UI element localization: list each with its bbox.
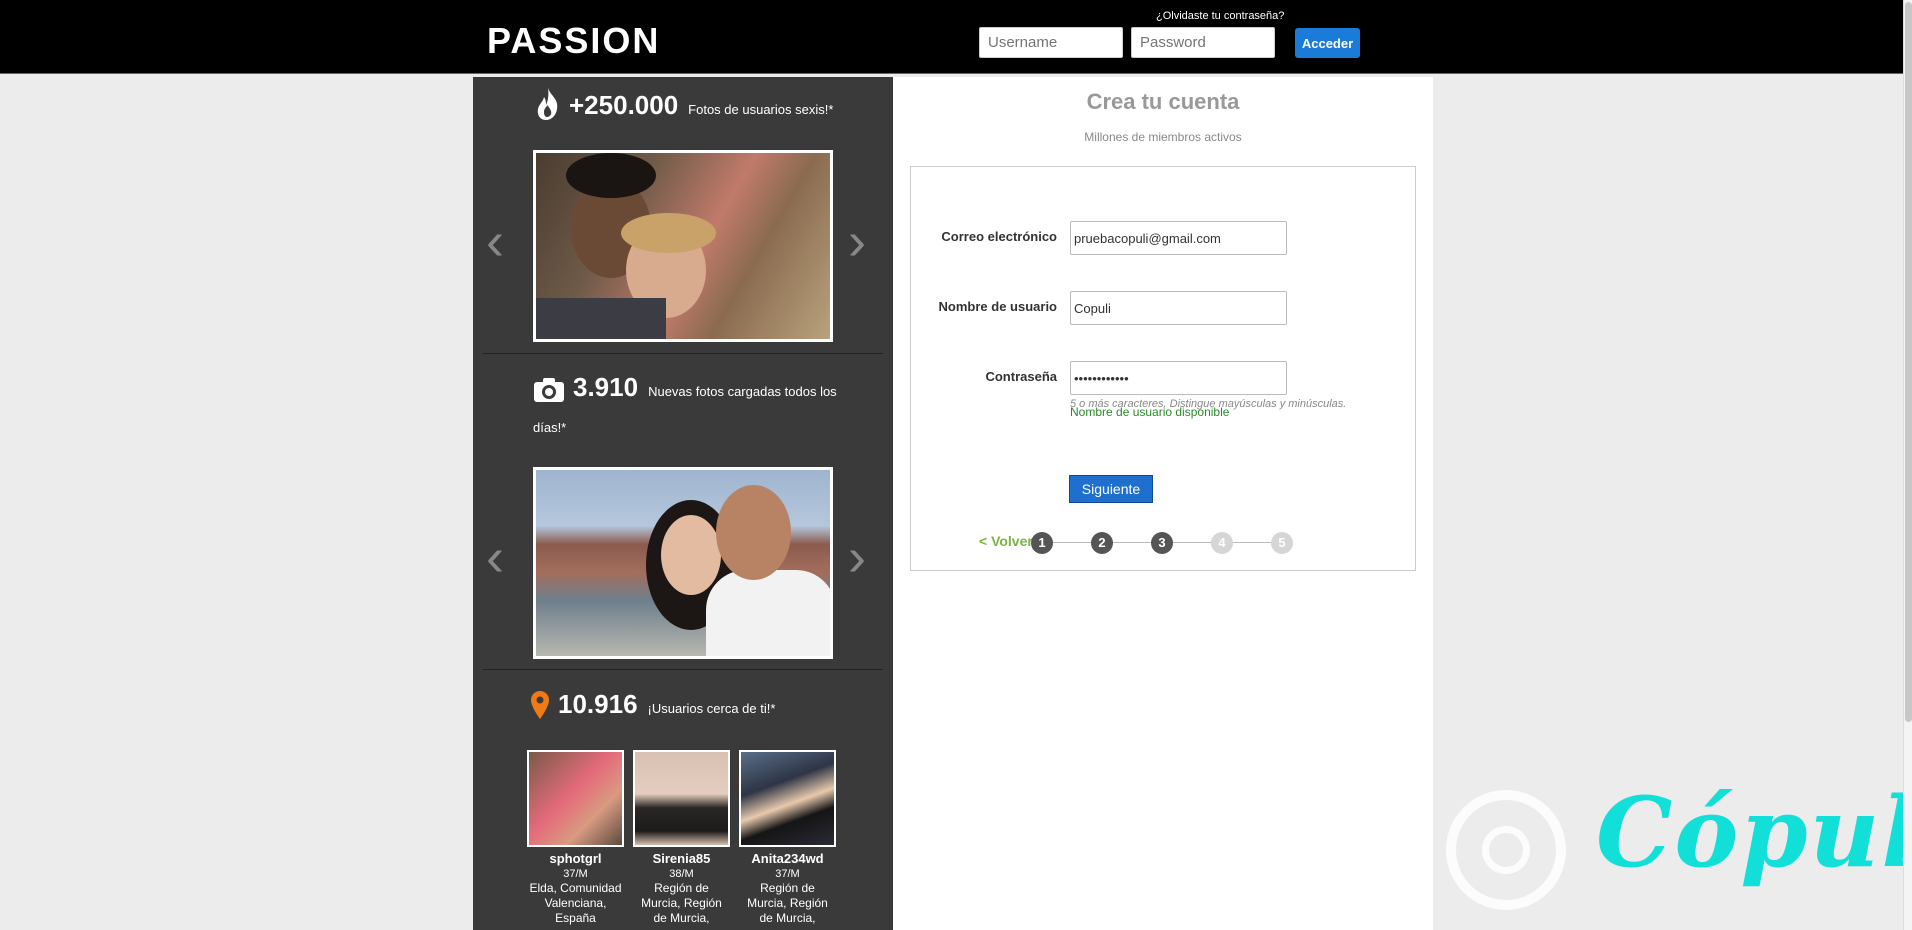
- next-button[interactable]: Siguiente: [1069, 475, 1153, 503]
- stat-description-cont: días!*: [533, 420, 567, 435]
- password-hint: 5 o más caracteres. Distingue mayúsculas…: [1070, 398, 1347, 410]
- login-button[interactable]: Acceder: [1295, 28, 1360, 58]
- step-2: 2: [1091, 532, 1113, 554]
- stat-photos: +250.000 Fotos de usuarios sexis!*: [535, 87, 833, 121]
- stat-description: Fotos de usuarios sexis!*: [688, 102, 834, 117]
- email-label: Correo electrónico: [941, 229, 1057, 244]
- divider: [483, 669, 883, 670]
- password-label: Contraseña: [985, 369, 1057, 384]
- user-card[interactable]: Sirenia85 38/M Región de Murcia, Región …: [633, 750, 730, 926]
- scrollbar-thumb[interactable]: [1905, 2, 1912, 722]
- site-logo[interactable]: PASSION: [487, 20, 660, 62]
- step-4: 4: [1211, 532, 1233, 554]
- username-field[interactable]: Copuli: [1070, 291, 1287, 325]
- signup-panel: Crea tu cuenta Millones de miembros acti…: [893, 77, 1433, 930]
- watermark-inner-ring: [1482, 826, 1530, 874]
- user-name[interactable]: sphotgrl: [527, 851, 624, 866]
- step-5: 5: [1271, 532, 1293, 554]
- stat-number: 3.910: [573, 372, 639, 402]
- stat-nearby-users: 10.916 ¡Usuarios cerca de ti!*: [530, 689, 775, 720]
- signup-subtitle: Millones de miembros activos: [1084, 130, 1242, 144]
- user-name[interactable]: Anita234wd: [739, 851, 836, 866]
- user-location: Elda, Comunidad Valenciana, España: [529, 881, 622, 925]
- page-scrollbar[interactable]: [1903, 0, 1912, 930]
- user-name[interactable]: Sirenia85: [633, 851, 730, 866]
- signup-form: Correo electrónico pruebacopuli@gmail.co…: [910, 166, 1416, 571]
- watermark-logo-icon: [1446, 790, 1566, 910]
- stat-description: Nuevas fotos cargadas todos los: [648, 384, 837, 399]
- stats-panel: +250.000 Fotos de usuarios sexis!* ‹ › 3…: [473, 77, 893, 930]
- user-age: 37/M: [775, 868, 800, 880]
- chevron-right-icon[interactable]: ›: [848, 530, 866, 584]
- password-field[interactable]: ••••••••••••: [1070, 361, 1287, 395]
- stat-number: 10.916: [558, 689, 638, 719]
- user-age: 37/M: [563, 868, 588, 880]
- password-input[interactable]: [1131, 27, 1275, 58]
- email-field[interactable]: pruebacopuli@gmail.com: [1070, 221, 1287, 255]
- flame-icon: [537, 88, 558, 120]
- stat-new-photos: 3.910 Nuevas fotos cargadas todos los: [533, 372, 837, 403]
- username-label: Nombre de usuario: [938, 299, 1057, 314]
- back-link[interactable]: < Volver: [979, 533, 1033, 549]
- step-3: 3: [1151, 532, 1173, 554]
- user-location: Región de Murcia, Región de Murcia,: [747, 881, 828, 925]
- featured-photo-selfie[interactable]: [533, 467, 833, 659]
- user-age: 38/M: [669, 868, 694, 880]
- chevron-right-icon[interactable]: ›: [848, 214, 866, 268]
- user-thumbnail[interactable]: [739, 750, 836, 847]
- chevron-left-icon[interactable]: ‹: [486, 214, 504, 268]
- camera-icon: [534, 378, 564, 402]
- top-bar: PASSION ¿Olvidaste tu contraseña? Accede…: [0, 0, 1912, 74]
- user-thumbnail[interactable]: [527, 750, 624, 847]
- stat-number: +250.000: [569, 90, 679, 120]
- map-pin-icon: [531, 691, 549, 719]
- forgot-password-link[interactable]: ¿Olvidaste tu contraseña?: [1156, 10, 1284, 22]
- signup-title: Crea tu cuenta: [1086, 89, 1240, 114]
- watermark-text: Cópuli: [1596, 776, 1912, 889]
- username-input[interactable]: [979, 27, 1123, 58]
- divider: [483, 353, 883, 354]
- step-indicator: 1 2 3 4 5: [1031, 532, 1301, 554]
- nearby-users-list: sphotgrl 37/M Elda, Comunidad Valenciana…: [527, 750, 836, 926]
- stat-description: ¡Usuarios cerca de ti!*: [647, 701, 776, 716]
- user-card[interactable]: sphotgrl 37/M Elda, Comunidad Valenciana…: [527, 750, 624, 926]
- featured-photo-couple[interactable]: [533, 150, 833, 342]
- user-location: Región de Murcia, Región de Murcia,: [641, 881, 722, 925]
- user-thumbnail[interactable]: [633, 750, 730, 847]
- chevron-left-icon[interactable]: ‹: [486, 530, 504, 584]
- user-card[interactable]: Anita234wd 37/M Región de Murcia, Región…: [739, 750, 836, 926]
- step-1: 1: [1031, 532, 1053, 554]
